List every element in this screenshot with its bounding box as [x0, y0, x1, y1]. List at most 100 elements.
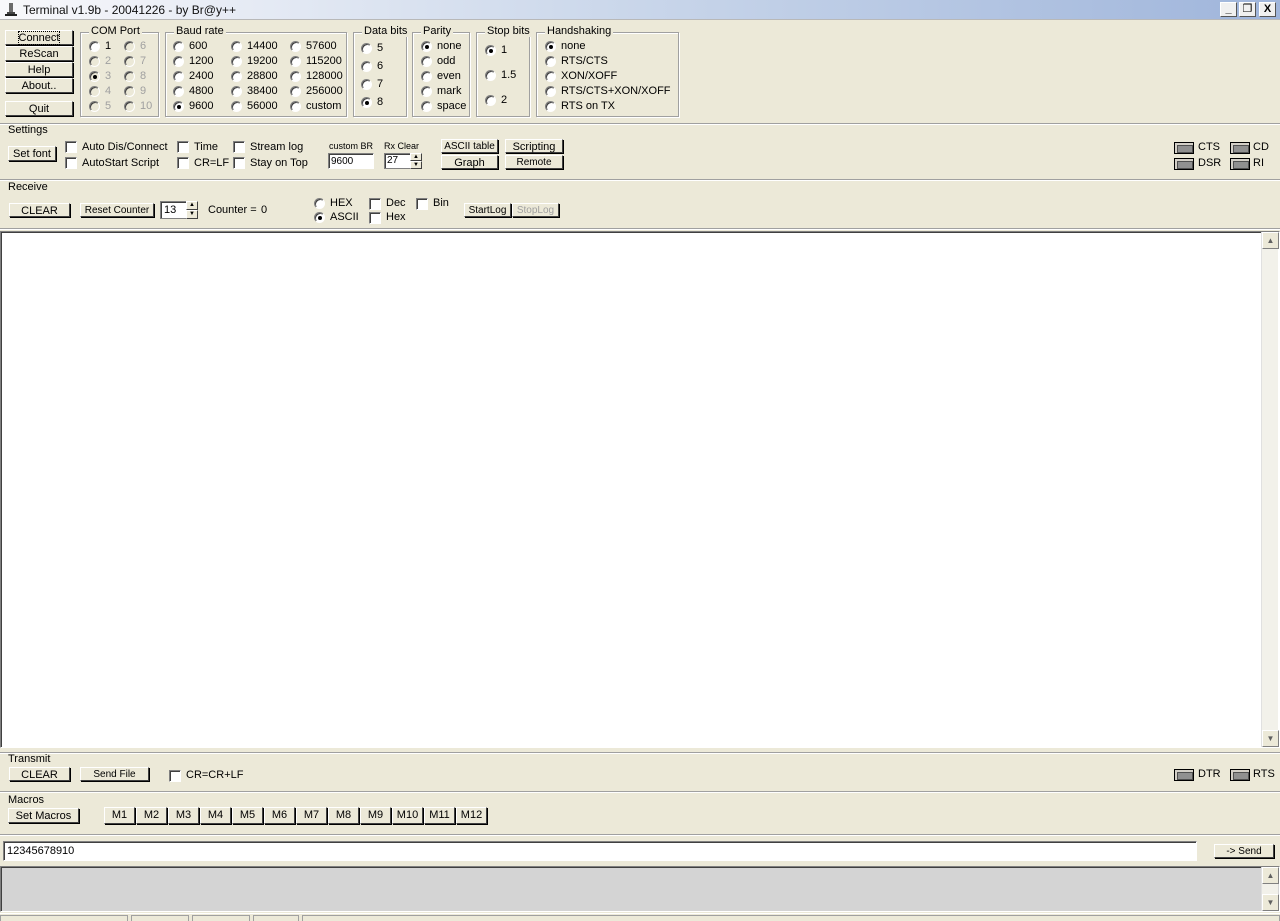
radio-button[interactable]	[485, 70, 496, 81]
restore-button[interactable]: ❐	[1239, 2, 1256, 17]
hex-radio[interactable]: HEX	[314, 197, 364, 211]
reset-counter-button[interactable]: Reset Counter	[80, 203, 154, 217]
ascii-table-button[interactable]: ASCII table	[441, 139, 498, 153]
macro-button-m7[interactable]: M7	[296, 807, 327, 824]
radio-button[interactable]	[290, 101, 301, 112]
macro-button-m11[interactable]: M11	[424, 807, 455, 824]
macro-button-m6[interactable]: M6	[264, 807, 295, 824]
radio-button[interactable]	[89, 101, 100, 112]
dec-checkbox[interactable]	[369, 198, 381, 210]
macro-button-m4[interactable]: M4	[200, 807, 231, 824]
graph-button[interactable]: Graph	[441, 155, 498, 169]
autostart-script-checkbox[interactable]	[65, 157, 77, 169]
radio-button[interactable]	[124, 101, 135, 112]
radio-button[interactable]	[231, 71, 242, 82]
radio-button[interactable]	[231, 101, 242, 112]
radio-button[interactable]	[124, 41, 135, 52]
scroll-up-icon[interactable]: ▲	[1262, 867, 1279, 884]
auto-dis-connect-checkbox[interactable]	[65, 141, 77, 153]
spin-up-icon[interactable]: ▲	[186, 201, 198, 210]
radio-button[interactable]	[89, 86, 100, 97]
radio-button[interactable]	[485, 95, 496, 106]
stream-log-checkbox[interactable]	[233, 141, 245, 153]
radio-button[interactable]	[89, 56, 100, 67]
quit-button[interactable]: Quit	[5, 101, 73, 116]
scroll-down-icon[interactable]: ▼	[1262, 894, 1279, 911]
transmit-input[interactable]	[3, 841, 1197, 861]
set-font-button[interactable]: Set font	[8, 146, 56, 161]
counter-spin-value[interactable]: 13	[160, 201, 187, 219]
radio-button[interactable]	[545, 101, 556, 112]
radio-button[interactable]	[290, 71, 301, 82]
radio-button[interactable]	[361, 61, 372, 72]
radio-button[interactable]	[421, 41, 432, 52]
help-button[interactable]: Help	[5, 62, 73, 77]
radio-button[interactable]	[124, 86, 135, 97]
rescan-button[interactable]: ReScan	[5, 46, 73, 61]
radio-button[interactable]	[231, 56, 242, 67]
macro-button-m5[interactable]: M5	[232, 807, 263, 824]
radio-button[interactable]	[290, 41, 301, 52]
hex-checkbox[interactable]	[369, 212, 381, 224]
radio-button[interactable]	[173, 101, 184, 112]
send-file-button[interactable]: Send File	[80, 767, 149, 781]
radio-button[interactable]	[124, 56, 135, 67]
transmit-history-area[interactable]	[0, 866, 1280, 912]
about-button[interactable]: About..	[5, 78, 73, 93]
radio-button[interactable]	[545, 71, 556, 82]
close-button[interactable]: X	[1259, 2, 1276, 17]
scroll-up-icon[interactable]: ▲	[1262, 232, 1279, 249]
radio-button[interactable]	[545, 56, 556, 67]
radio-button[interactable]	[231, 41, 242, 52]
ascii-radio-button[interactable]	[314, 212, 325, 223]
radio-button[interactable]	[89, 71, 100, 82]
ascii-radio[interactable]: ASCII	[314, 211, 364, 225]
radio-button[interactable]	[545, 41, 556, 52]
scripting-button[interactable]: Scripting	[505, 139, 563, 153]
remote-button[interactable]: Remote	[505, 155, 563, 169]
cr-lf-checkbox[interactable]	[177, 157, 189, 169]
time-checkbox[interactable]	[177, 141, 189, 153]
rx-clear-value[interactable]: 27	[384, 153, 411, 169]
radio-button[interactable]	[485, 45, 496, 56]
radio-button[interactable]	[361, 97, 372, 108]
stop-log-button[interactable]: StopLog	[512, 203, 559, 217]
radio-button[interactable]	[361, 79, 372, 90]
radio-button[interactable]	[421, 56, 432, 67]
radio-button[interactable]	[231, 86, 242, 97]
macro-button-m8[interactable]: M8	[328, 807, 359, 824]
radio-button[interactable]	[173, 71, 184, 82]
cr-crlf-checkbox[interactable]	[169, 770, 181, 782]
macro-button-m9[interactable]: M9	[360, 807, 391, 824]
receive-scrollbar[interactable]: ▲ ▼	[1261, 232, 1279, 747]
minimize-button[interactable]: _	[1220, 2, 1237, 17]
rx-clear-spinner[interactable]: 27 ▲ ▼	[384, 153, 422, 169]
radio-button[interactable]	[421, 71, 432, 82]
radio-button[interactable]	[124, 71, 135, 82]
macro-button-m12[interactable]: M12	[456, 807, 487, 824]
set-macros-button[interactable]: Set Macros	[8, 808, 79, 823]
spin-down-icon[interactable]: ▼	[186, 210, 198, 219]
transmit-clear-button[interactable]: CLEAR	[9, 767, 70, 781]
stay-on-top-checkbox[interactable]	[233, 157, 245, 169]
dtr-led-icon[interactable]	[1174, 769, 1194, 781]
macro-button-m2[interactable]: M2	[136, 807, 167, 824]
hex-radio-button[interactable]	[314, 198, 325, 209]
radio-button[interactable]	[361, 43, 372, 54]
spin-down-icon[interactable]: ▼	[410, 161, 422, 169]
radio-button[interactable]	[421, 86, 432, 97]
radio-button[interactable]	[173, 41, 184, 52]
spin-up-icon[interactable]: ▲	[410, 153, 422, 161]
receive-output-area[interactable]	[0, 231, 1280, 748]
macro-button-m10[interactable]: M10	[392, 807, 423, 824]
rts-led-icon[interactable]	[1230, 769, 1250, 781]
radio-button[interactable]	[290, 56, 301, 67]
scroll-down-icon[interactable]: ▼	[1262, 730, 1279, 747]
radio-button[interactable]	[173, 56, 184, 67]
macro-button-m3[interactable]: M3	[168, 807, 199, 824]
radio-button[interactable]	[173, 86, 184, 97]
radio-button[interactable]	[421, 101, 432, 112]
counter-spinner[interactable]: 13 ▲ ▼	[160, 201, 198, 219]
bin-checkbox[interactable]	[416, 198, 428, 210]
connect-button[interactable]: Connect	[5, 30, 73, 45]
